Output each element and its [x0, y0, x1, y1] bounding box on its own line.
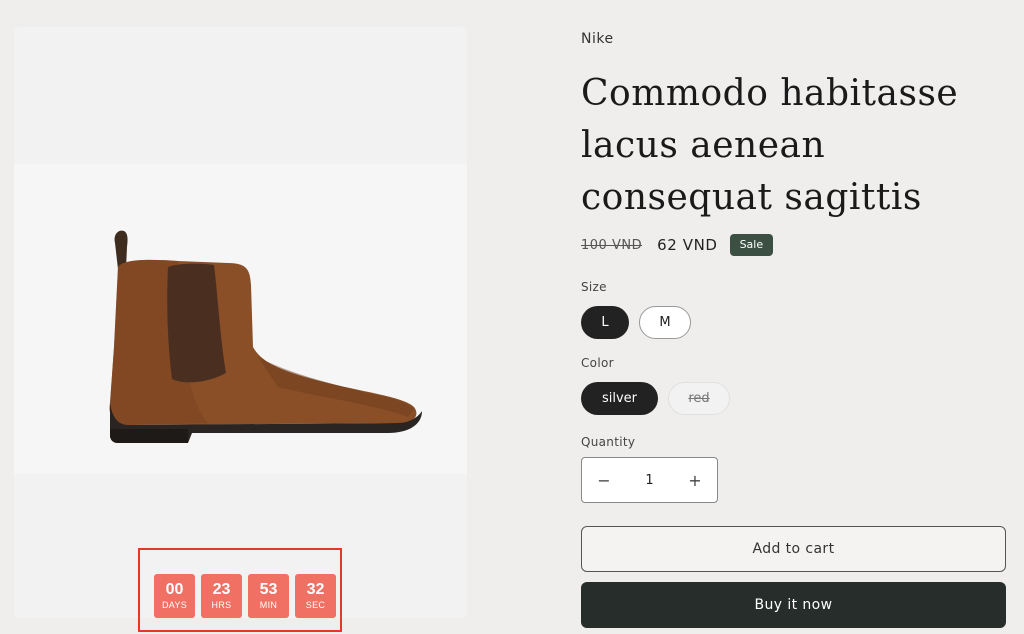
countdown-minutes-value: 53	[259, 581, 278, 598]
countdown-minutes-label: MIN	[259, 600, 278, 610]
countdown-seconds-label: SEC	[305, 600, 326, 610]
countdown-highlight: 00 DAYS 23 HRS 53 MIN 32 SEC	[138, 548, 342, 632]
size-option-m[interactable]: M	[639, 306, 691, 339]
product-vendor: Nike	[581, 31, 614, 47]
product-title: Commodo habitasse lacus aenean consequat…	[581, 73, 959, 218]
quantity-stepper: − 1 +	[581, 457, 718, 503]
size-label: Size	[581, 280, 607, 294]
product-image-chelsea-boot[interactable]	[88, 197, 428, 457]
quantity-label: Quantity	[581, 435, 636, 449]
product-media	[14, 27, 467, 618]
add-to-cart-button[interactable]: Add to cart	[581, 526, 1006, 572]
countdown-days: 00 DAYS	[154, 574, 195, 618]
countdown-days-label: DAYS	[161, 600, 188, 610]
countdown-hours-value: 23	[212, 581, 231, 598]
countdown-days-value: 00	[165, 581, 184, 598]
sale-price: 62 VND	[657, 236, 718, 254]
quantity-input[interactable]: 1	[645, 473, 653, 488]
color-option-silver[interactable]: silver	[581, 382, 658, 415]
quantity-decrease-button[interactable]: −	[582, 471, 626, 490]
buy-now-button[interactable]: Buy it now	[581, 582, 1006, 628]
sale-badge: Sale	[729, 234, 774, 256]
countdown-hours: 23 HRS	[201, 574, 242, 618]
size-option-l[interactable]: L	[581, 306, 629, 339]
countdown-seconds: 32 SEC	[295, 574, 336, 618]
countdown-hours-label: HRS	[211, 600, 232, 610]
color-label: Color	[581, 356, 614, 370]
media-background-top	[14, 27, 467, 164]
countdown-minutes: 53 MIN	[248, 574, 289, 618]
color-option-red[interactable]: red	[668, 382, 730, 415]
quantity-increase-button[interactable]: +	[673, 471, 717, 490]
regular-price: 100 VND	[581, 237, 643, 253]
countdown-seconds-value: 32	[306, 581, 325, 598]
countdown-timer: 00 DAYS 23 HRS 53 MIN 32 SEC	[154, 574, 336, 618]
price-row: 100 VND 62 VND Sale	[581, 233, 774, 257]
